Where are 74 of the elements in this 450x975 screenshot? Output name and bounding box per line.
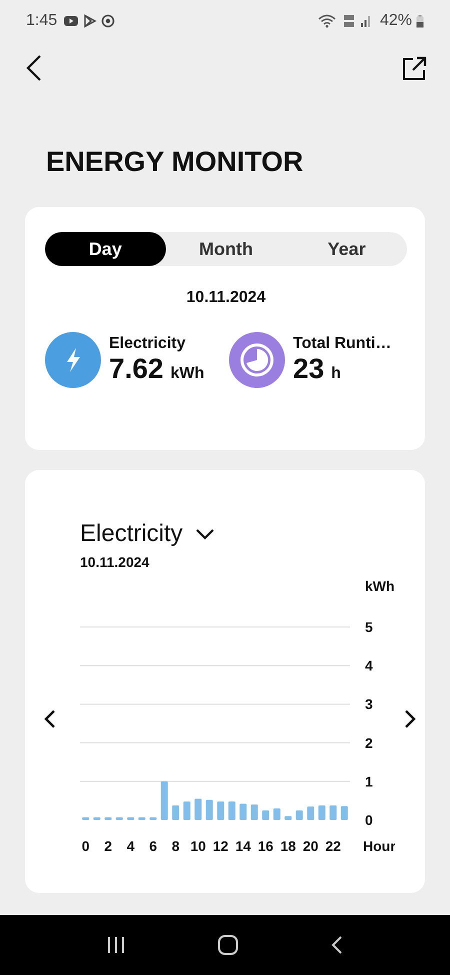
axis-tick-label: 8 (172, 838, 180, 854)
axis-tick-label: 0 (82, 838, 90, 854)
axis-tick-label: 5 (365, 619, 373, 635)
chart-bar (240, 804, 247, 820)
chart-bar (206, 800, 213, 820)
status-time: 1:45 (26, 12, 58, 30)
chart-bar (340, 806, 348, 820)
axis-tick-label: 3 (365, 696, 373, 712)
chevron-left-icon (43, 708, 57, 728)
axis-tick-label: 14 (235, 838, 251, 854)
chart-bar (160, 781, 168, 820)
axis-title: Hour (363, 838, 395, 854)
axis-tick-label: 20 (302, 838, 318, 854)
period-tab[interactable]: Month (166, 232, 286, 266)
chart-bar (217, 801, 224, 820)
chart-bar (228, 801, 236, 820)
page-title: ENERGY MONITOR (45, 145, 304, 179)
chart-bar (262, 810, 270, 820)
chart-bar (318, 805, 326, 820)
share-icon (402, 55, 428, 81)
chart-bar (250, 804, 258, 820)
chart-bar (284, 816, 292, 820)
back-nav-icon[interactable] (330, 935, 344, 955)
summary-date: 10.11.2024 (185, 289, 267, 307)
chart-bar (104, 817, 112, 820)
home-icon[interactable] (216, 934, 239, 956)
period-tab[interactable]: Year (286, 232, 408, 266)
chevron-right-icon (403, 708, 417, 728)
axis-unit: kWh (365, 578, 395, 594)
record-icon (101, 14, 116, 28)
battery-percent: 42% (380, 12, 412, 30)
chart-bar (116, 817, 123, 820)
chart-bar (194, 798, 202, 820)
axis-tick-label: 22 (325, 838, 341, 854)
stat-unit: h (331, 365, 341, 383)
chart-bar (127, 817, 134, 820)
battery-icon (416, 14, 424, 28)
stat-label: Total Runti… (293, 335, 392, 353)
chart-date: 10.11.2024 (80, 554, 150, 570)
axis-tick-label: 0 (365, 812, 373, 828)
chart-bar (172, 805, 180, 820)
clock-icon (229, 332, 285, 388)
chart-bar (138, 817, 146, 820)
wifi-icon (318, 14, 338, 28)
axis-tick-label: 6 (149, 838, 158, 854)
lightning-icon (45, 332, 101, 388)
axis-tick-label: 2 (365, 734, 373, 751)
chart-bar (307, 806, 314, 820)
chart-bar (82, 817, 90, 820)
chevron-down-icon (194, 528, 215, 540)
stat-value: 23 (293, 353, 324, 385)
chart-bar (330, 805, 337, 820)
axis-tick-label: 4 (126, 838, 135, 854)
chart-bar (183, 801, 190, 820)
chart-bar (296, 810, 303, 820)
axis-tick-label: 4 (365, 658, 373, 674)
axis-tick-label: 2 (104, 838, 112, 854)
video-app-icon (63, 15, 80, 27)
period-tab[interactable]: Day (45, 232, 166, 266)
chart-bar (150, 817, 157, 820)
axis-tick-label: 18 (280, 838, 296, 854)
signal-icon (360, 15, 372, 27)
chart-bar (93, 817, 100, 820)
play-store-icon (83, 14, 98, 28)
stat-value: 7.62 (109, 353, 164, 385)
stat-unit: kWh (170, 365, 204, 383)
metric-dropdown[interactable]: Electricity (80, 520, 425, 548)
axis-tick-label: 12 (212, 838, 228, 854)
axis-tick-label: 10 (190, 838, 206, 854)
axis-tick-label: 1 (365, 773, 373, 790)
chart-bar (273, 808, 280, 820)
stat-label: Electricity (109, 335, 186, 353)
recent-apps-icon[interactable] (106, 936, 126, 954)
axis-tick-label: 16 (258, 838, 274, 854)
